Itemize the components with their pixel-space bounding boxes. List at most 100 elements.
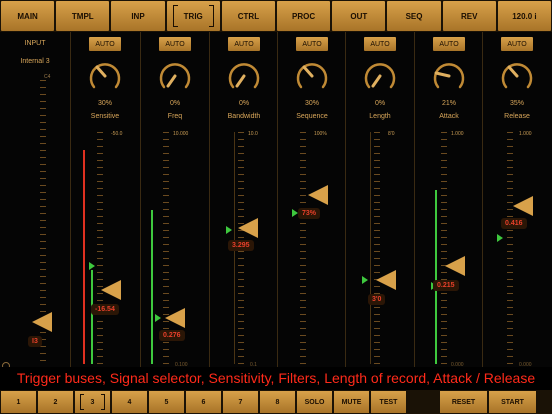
scale-top-label: 100%	[314, 131, 327, 137]
tab-ctrl[interactable]: CTRL	[221, 1, 276, 31]
bus-button-5[interactable]: 5	[149, 391, 184, 413]
attack-slider-handle[interactable]	[445, 256, 465, 276]
channel-sequence: AUTO 30% Sequence 100% 73%	[278, 32, 346, 372]
slider-ruler	[97, 132, 103, 364]
knob-percent: 0%	[238, 100, 250, 107]
sequence-knob[interactable]	[294, 58, 330, 94]
tab-proc[interactable]: PROC	[277, 1, 331, 31]
release-slider-handle[interactable]	[513, 196, 533, 216]
value-badge: 3'0	[368, 294, 386, 305]
threshold-marker-icon	[155, 314, 161, 322]
top-tab-bar: MAIN TMPL INP TRIG CTRL PROC OUT SEQ REV…	[0, 0, 552, 32]
threshold-marker-icon	[362, 276, 368, 284]
sensitive-slider-handle[interactable]	[101, 280, 121, 300]
auto-button[interactable]: AUTO	[364, 37, 396, 51]
threshold-marker-icon	[497, 234, 503, 242]
level-meter-green	[151, 210, 153, 364]
tempo-display[interactable]: 120.0 i	[497, 1, 552, 31]
threshold-marker-icon	[89, 262, 95, 270]
threshold-marker-icon	[226, 226, 232, 234]
auto-button[interactable]: AUTO	[89, 37, 121, 51]
reset-button[interactable]: RESET	[440, 391, 487, 413]
tab-main[interactable]: MAIN	[1, 1, 55, 31]
slider-ruler	[441, 132, 447, 364]
value-badge: 0.276	[159, 330, 185, 341]
auto-button[interactable]: AUTO	[159, 37, 191, 51]
tab-tmpl[interactable]: TMPL	[56, 1, 110, 31]
bus-button-1[interactable]: 1	[1, 391, 36, 413]
sequence-slider-handle[interactable]	[308, 185, 328, 205]
auto-button[interactable]: AUTO	[501, 37, 533, 51]
knob-percent: 21%	[441, 100, 456, 107]
bus-button-3[interactable]: 3	[75, 391, 110, 413]
slider-rail	[370, 132, 371, 364]
input-value-badge: I3	[28, 336, 42, 347]
channel-freq: AUTO 0% Freq 10.000 0.276 0.100	[141, 32, 209, 372]
scale-top-label: -50.0	[111, 131, 123, 137]
level-meter-red	[83, 150, 85, 364]
freq-slider-handle[interactable]	[165, 308, 185, 328]
slider-ruler	[300, 132, 306, 364]
scale-top-label: 10.000	[173, 131, 189, 137]
release-knob[interactable]	[499, 58, 535, 94]
bottom-bar-spacer	[407, 390, 439, 414]
length-knob[interactable]	[362, 58, 398, 94]
freq-knob[interactable]	[157, 58, 193, 94]
knob-percent: 35%	[509, 100, 524, 107]
value-badge: 3.295	[228, 240, 254, 251]
tab-out[interactable]: OUT	[332, 1, 386, 31]
value-badge: 0.215	[433, 280, 459, 291]
attack-knob[interactable]	[431, 58, 467, 94]
channel-name: Sensitive	[90, 113, 120, 120]
knob-percent: 0%	[374, 100, 386, 107]
bus-button-6[interactable]: 6	[186, 391, 221, 413]
tab-rev[interactable]: REV	[442, 1, 496, 31]
channel-attack: AUTO 21% Attack 1.000 0.215 0.000	[415, 32, 483, 372]
bus-button-8[interactable]: 8	[260, 391, 295, 413]
solo-button[interactable]: SOLO	[297, 391, 332, 413]
channel-name: Freq	[167, 113, 183, 120]
value-badge: 0.416	[501, 218, 527, 229]
bandwidth-knob[interactable]	[226, 58, 262, 94]
length-slider-handle[interactable]	[376, 270, 396, 290]
scale-top-label: 1.000	[451, 131, 464, 137]
bus-button-7[interactable]: 7	[223, 391, 258, 413]
start-button[interactable]: START	[489, 391, 536, 413]
tab-inp[interactable]: INP	[111, 1, 165, 31]
channel-name: Length	[369, 113, 391, 120]
input-column: INPUT Internal 3 C4 I3	[0, 32, 70, 380]
bus-button-2[interactable]: 2	[38, 391, 73, 413]
channel-name: Bandwidth	[227, 113, 261, 120]
sensitive-knob[interactable]	[87, 58, 123, 94]
input-slider-handle[interactable]	[32, 312, 52, 332]
channel-name: Release	[504, 113, 530, 120]
knob-percent: 30%	[304, 100, 319, 107]
channel-length: AUTO 0% Length 8'0 3'0	[346, 32, 414, 372]
bottom-button-bar: 1 2 3 4 5 6 7 8 SOLO MUTE TEST RESET STA…	[0, 390, 552, 414]
slider-ruler	[374, 132, 380, 364]
channel-name: Sequence	[296, 113, 328, 120]
value-badge: 73%	[298, 208, 321, 219]
level-meter-green	[91, 270, 93, 364]
auto-button[interactable]: AUTO	[433, 37, 465, 51]
channel-sensitive: AUTO 30% Sensitive -50.0 -16.54	[71, 32, 139, 372]
tab-trig[interactable]: TRIG	[166, 1, 220, 31]
scale-top-label: 8'0	[388, 131, 395, 137]
scale-top-label: 10.0	[248, 131, 258, 137]
mute-button[interactable]: MUTE	[334, 391, 369, 413]
test-button[interactable]: TEST	[371, 391, 406, 413]
input-source-selector[interactable]: Internal 3	[0, 58, 70, 65]
tab-seq[interactable]: SEQ	[387, 1, 441, 31]
channel-bandwidth: AUTO 0% Bandwidth 10.0 3.295 0.1	[210, 32, 278, 372]
bus-button-4[interactable]: 4	[112, 391, 147, 413]
auto-button[interactable]: AUTO	[228, 37, 260, 51]
scale-top-label: 1.000	[519, 131, 532, 137]
knob-percent: 30%	[97, 100, 112, 107]
caption-overlay: Trigger buses, Signal selector, Sensitiv…	[0, 367, 552, 390]
bandwidth-slider-handle[interactable]	[238, 218, 258, 238]
value-badge: -16.54	[91, 304, 119, 315]
input-label: INPUT	[24, 40, 46, 47]
level-meter-green	[435, 190, 437, 364]
knob-percent: 0%	[169, 100, 181, 107]
auto-button[interactable]: AUTO	[296, 37, 328, 51]
